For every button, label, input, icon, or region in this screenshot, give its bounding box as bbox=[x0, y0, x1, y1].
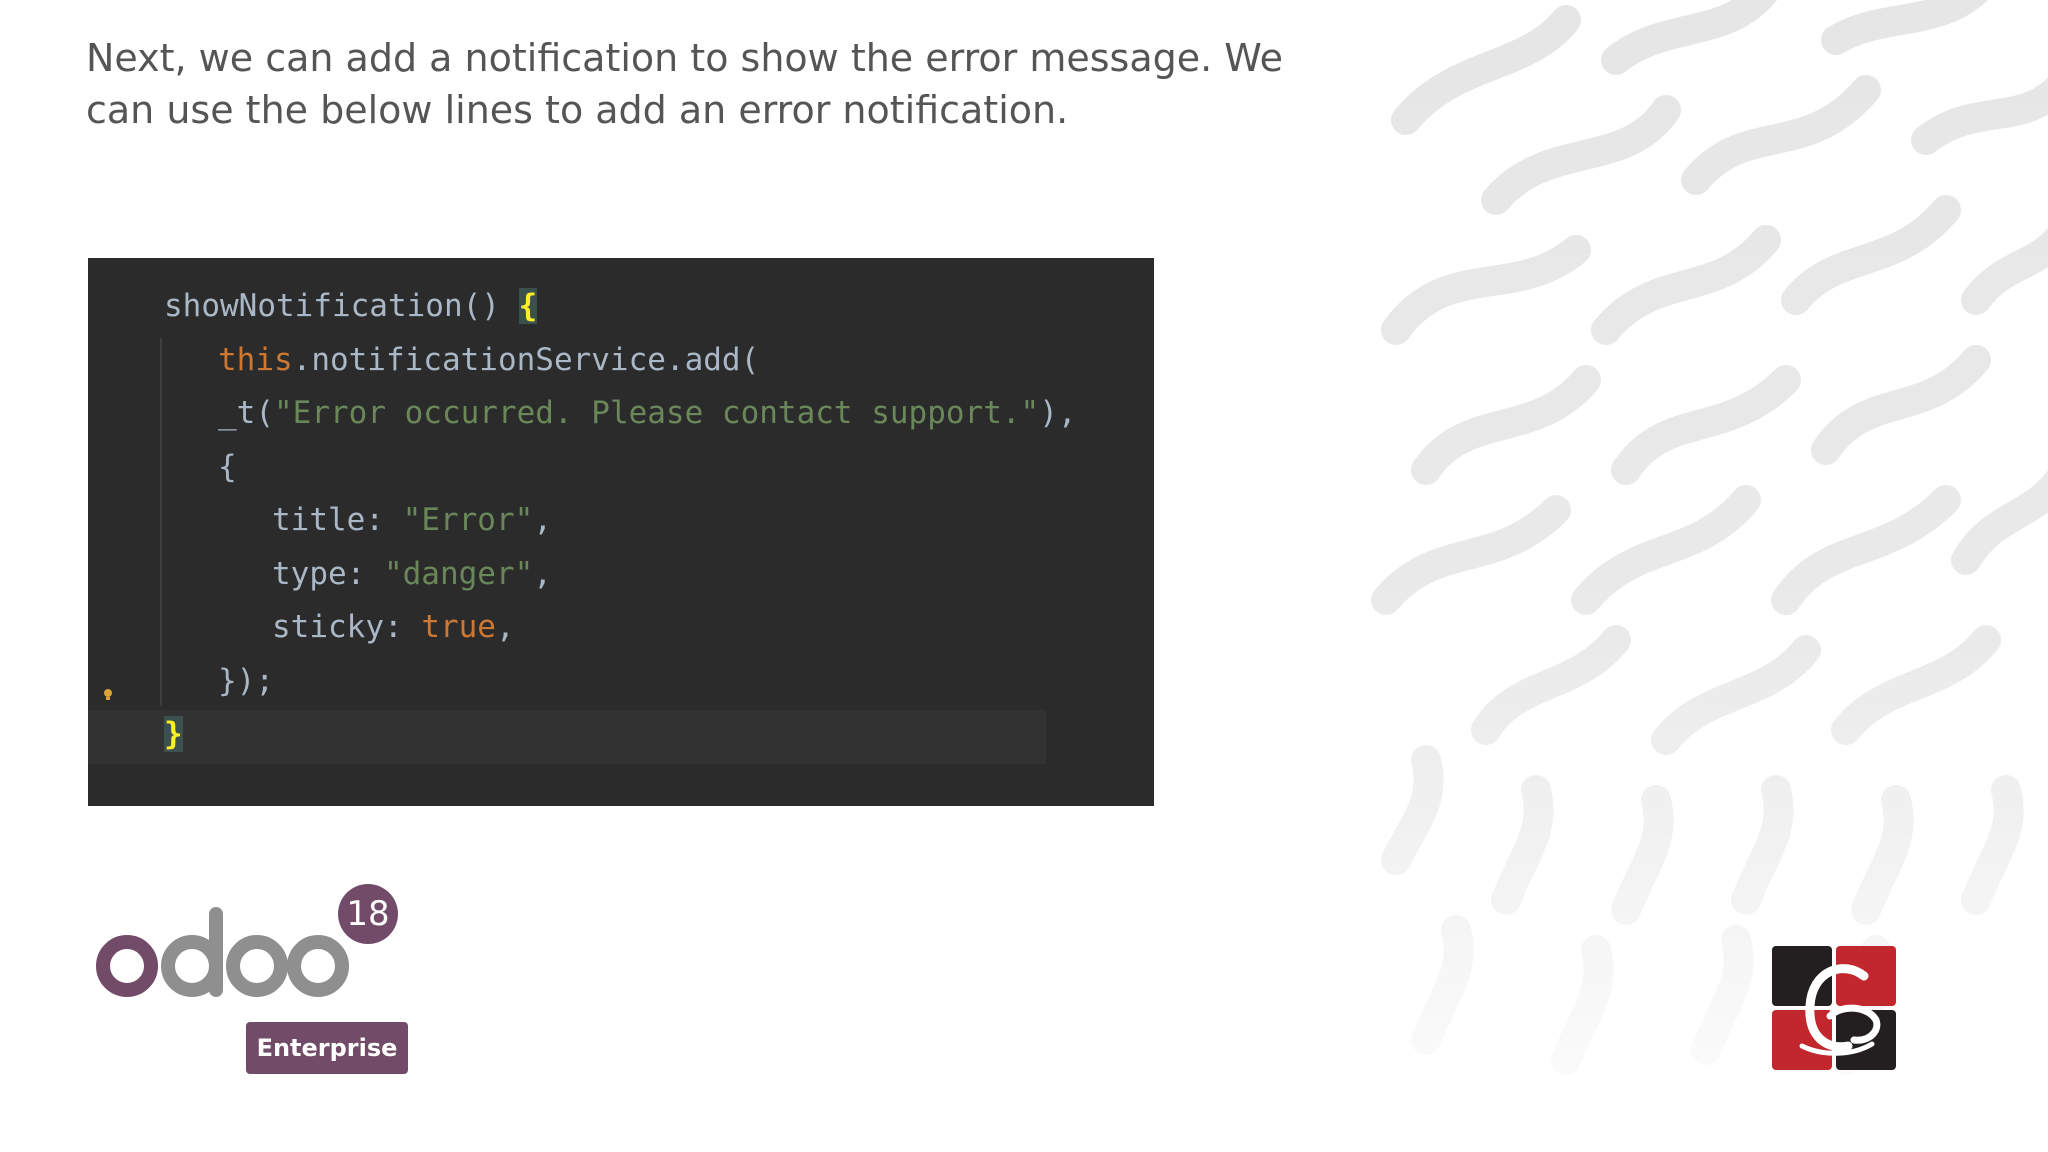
code-line: sticky: true, bbox=[164, 601, 1077, 655]
indent-guide bbox=[160, 338, 162, 706]
decorative-pattern bbox=[1366, 0, 2048, 1152]
code-token: _t( bbox=[218, 395, 274, 431]
code-line: showNotification() { bbox=[164, 280, 1077, 334]
code-token: sticky: bbox=[272, 609, 422, 645]
odoo-wordmark-logo bbox=[96, 907, 349, 997]
code-line: { bbox=[164, 441, 1077, 495]
slide: Next, we can add a notification to show … bbox=[0, 0, 2048, 1152]
code-line: } bbox=[164, 708, 1077, 762]
code-token: title: bbox=[272, 502, 403, 538]
code-token: , bbox=[533, 502, 552, 538]
odoo-logo: 18 Enterprise bbox=[92, 884, 412, 1076]
code-token: }); bbox=[218, 662, 274, 699]
cybrosys-logo-icon bbox=[1772, 946, 1896, 1070]
code-token: , bbox=[495, 609, 515, 645]
code-line: this.notificationService.add( bbox=[164, 334, 1077, 388]
code-token: { bbox=[518, 288, 538, 324]
code-token: showNotification() bbox=[164, 288, 519, 324]
code-token: ), bbox=[1039, 395, 1077, 431]
code-line: title: "Error", bbox=[164, 494, 1077, 548]
code-block: showNotification() {this.notificationSer… bbox=[164, 280, 1077, 762]
code-token: "Error occurred. Please contact support.… bbox=[274, 395, 1040, 431]
code-token: true bbox=[421, 609, 496, 645]
code-token: { bbox=[218, 448, 237, 485]
edition-badge: Enterprise bbox=[246, 1022, 408, 1074]
intro-paragraph: Next, we can add a notification to show … bbox=[86, 36, 1283, 132]
code-screenshot: showNotification() {this.notificationSer… bbox=[88, 258, 1154, 806]
code-token: type: bbox=[272, 555, 384, 592]
code-token: .notificationService.add( bbox=[292, 341, 760, 378]
code-token: "Error" bbox=[402, 502, 534, 538]
version-badge: 18 bbox=[338, 884, 398, 944]
code-line: }); bbox=[164, 655, 1077, 709]
code-line: _t("Error occurred. Please contact suppo… bbox=[164, 387, 1077, 441]
code-token: } bbox=[164, 716, 183, 752]
code-line: type: "danger", bbox=[164, 548, 1077, 602]
code-token: , bbox=[533, 555, 552, 592]
lightbulb-icon bbox=[104, 689, 112, 700]
code-token: "danger" bbox=[383, 555, 534, 592]
code-token: this bbox=[218, 341, 293, 378]
